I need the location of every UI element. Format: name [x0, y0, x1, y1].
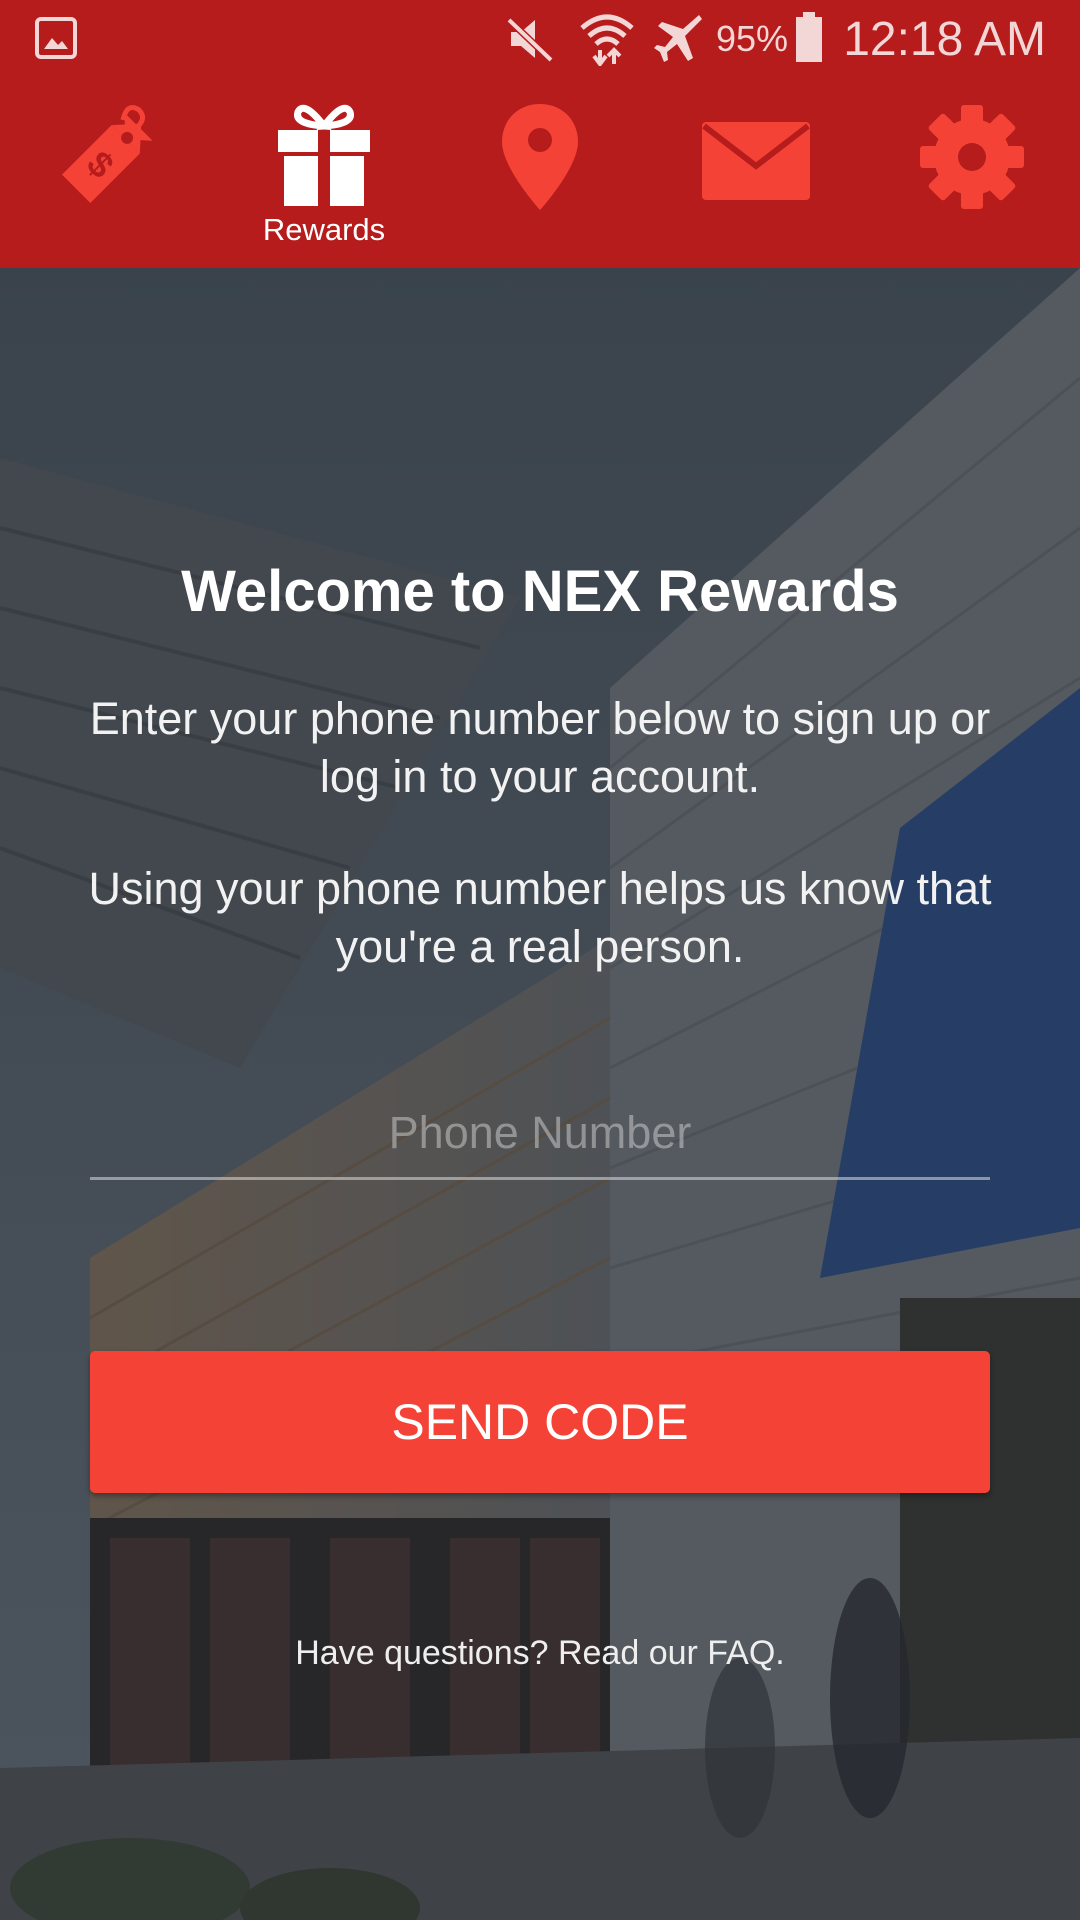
battery-percent: 95% — [716, 18, 789, 59]
faq-link[interactable]: Have questions? Read our FAQ. — [0, 1634, 1080, 1673]
location-pin-icon — [502, 104, 578, 210]
status-bar: 95% 12:18 AM — [0, 0, 1080, 78]
nav-item-deals[interactable]: $ — [0, 78, 216, 268]
gift-icon — [278, 104, 370, 206]
phone-number-input[interactable] — [90, 1088, 990, 1180]
clock: 12:18 AM — [843, 13, 1046, 66]
nav-item-messages[interactable] — [648, 78, 864, 268]
airplane-icon — [654, 15, 702, 62]
send-code-button[interactable]: SEND CODE — [90, 1351, 990, 1493]
envelope-icon — [702, 122, 810, 200]
page-title: Welcome to NEX Rewards — [181, 559, 899, 624]
wifi-icon — [580, 14, 634, 66]
nav-item-settings[interactable] — [864, 78, 1080, 268]
nav-label-rewards: Rewards — [262, 212, 386, 247]
gear-icon — [920, 105, 1024, 209]
phone-verification-note: Using your phone number helps us know th… — [88, 863, 992, 972]
gallery-icon — [35, 17, 77, 59]
battery-icon — [796, 12, 822, 62]
signup-instructions: Enter your phone number below to sign up… — [89, 693, 991, 802]
mute-icon — [506, 17, 554, 63]
rewards-signup-panel: Welcome to NEX Rewards Enter your phone … — [0, 268, 1080, 1920]
price-tag-icon: $ — [62, 105, 153, 203]
nav-item-locations[interactable] — [432, 78, 648, 268]
top-nav: $ Rewards — [0, 78, 1080, 268]
nav-item-rewards[interactable]: Rewards — [216, 78, 432, 268]
